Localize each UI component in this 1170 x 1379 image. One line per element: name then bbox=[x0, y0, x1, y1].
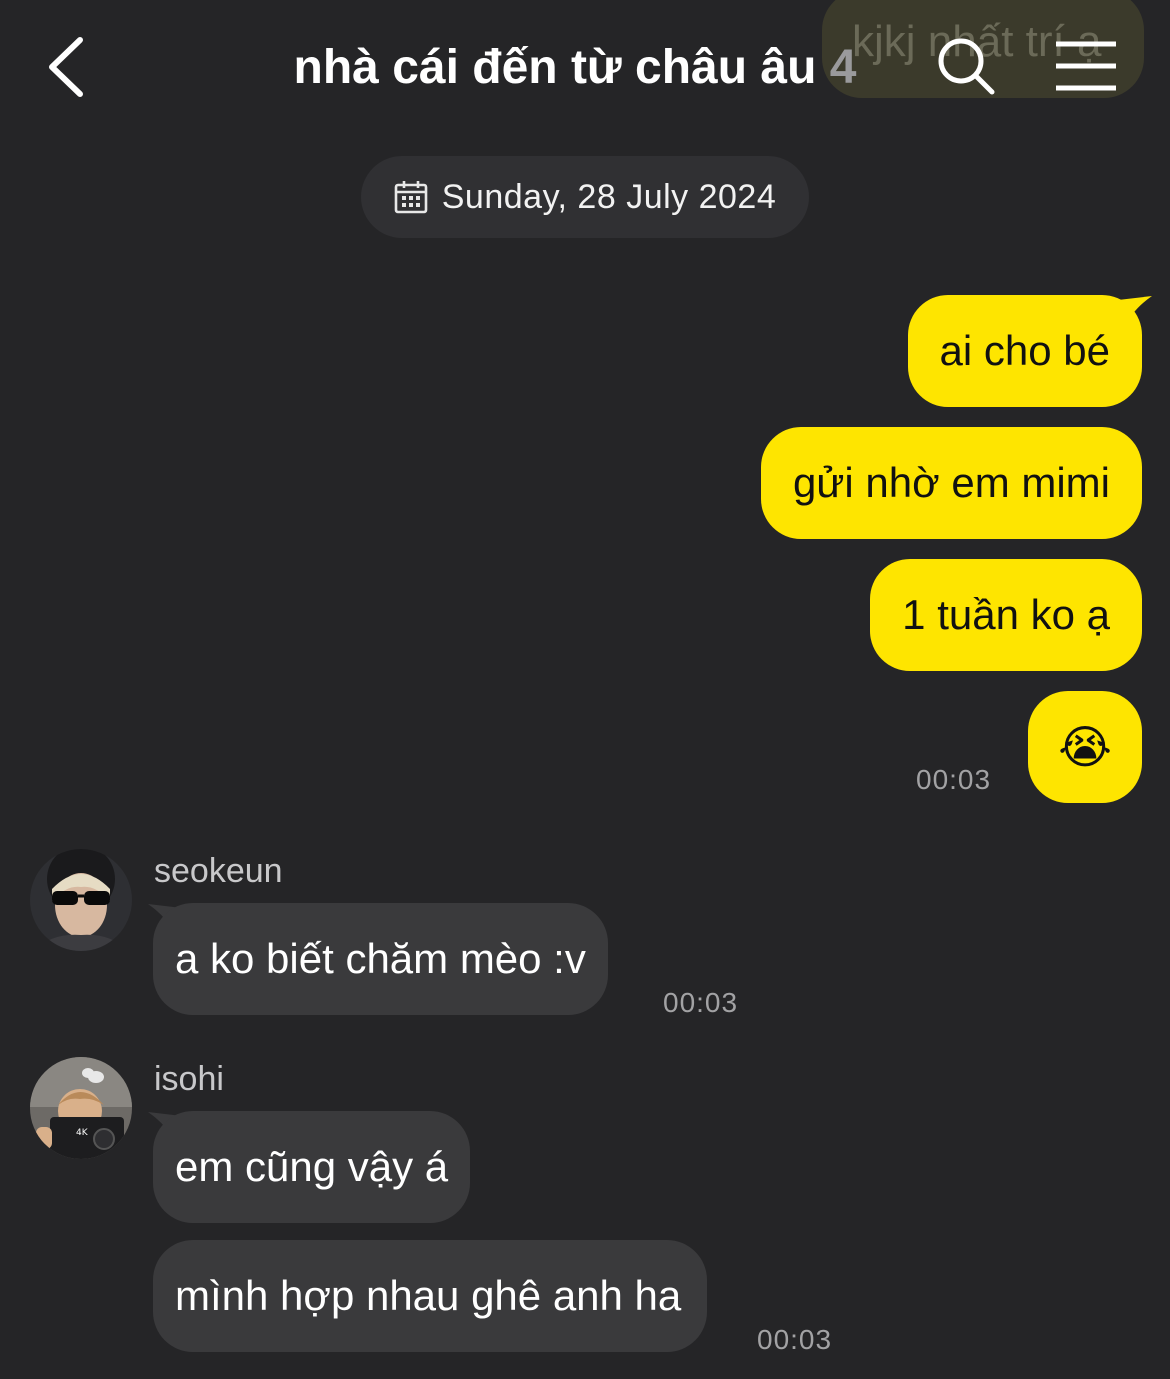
incoming-message[interactable]: em cũng vậy á bbox=[153, 1111, 471, 1223]
incoming-message[interactable]: mình hợp nhau ghê anh ha bbox=[153, 1240, 708, 1352]
calendar-icon bbox=[394, 181, 428, 214]
chat-name: nhà cái đến từ châu âu bbox=[293, 41, 817, 94]
chevron-left-icon bbox=[49, 37, 83, 97]
date-divider: Sunday, 28 July 2024 bbox=[361, 156, 809, 238]
chat-title[interactable]: nhà cái đến từ châu âu 4 bbox=[200, 36, 950, 100]
menu-button[interactable] bbox=[1052, 38, 1120, 94]
avatar-isohi[interactable]: 4K bbox=[30, 1057, 132, 1159]
date-label: Sunday, 28 July 2024 bbox=[441, 177, 777, 216]
avatar-seokeun[interactable] bbox=[30, 849, 132, 951]
back-button[interactable] bbox=[36, 30, 100, 102]
message-timestamp: 00:03 bbox=[757, 1324, 833, 1355]
outgoing-message[interactable]: ai cho bé bbox=[907, 295, 1142, 407]
search-icon bbox=[938, 38, 995, 95]
sender-name: isohi bbox=[154, 1060, 224, 1098]
sender-name: seokeun bbox=[154, 852, 283, 890]
svg-text:4K: 4K bbox=[76, 1128, 89, 1138]
outgoing-emoji-message[interactable]: 😭 bbox=[1028, 691, 1142, 803]
outgoing-message[interactable]: gửi nhờ em mimi bbox=[760, 427, 1142, 539]
outgoing-message[interactable]: 1 tuần ko ạ bbox=[870, 559, 1142, 671]
hamburger-menu-icon bbox=[1056, 41, 1116, 91]
search-button[interactable] bbox=[934, 34, 998, 98]
message-timestamp: 00:03 bbox=[916, 764, 992, 795]
message-timestamp: 00:03 bbox=[663, 987, 739, 1018]
incoming-message[interactable]: a ko biết chăm mèo :v bbox=[153, 903, 608, 1015]
member-count: 4 bbox=[829, 41, 857, 94]
